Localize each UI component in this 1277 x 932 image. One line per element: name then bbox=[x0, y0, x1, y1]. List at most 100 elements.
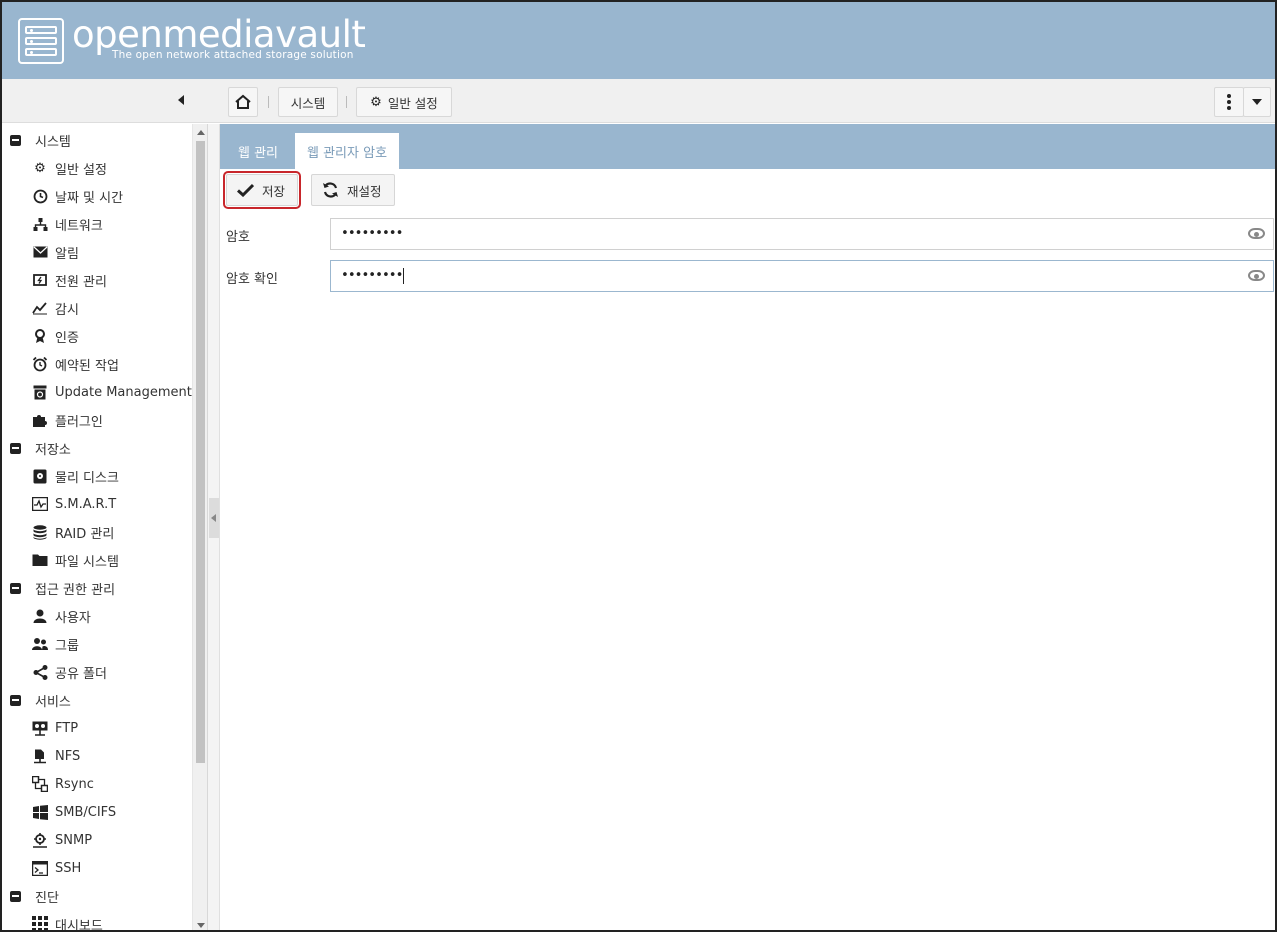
confirm-password-row: 암호 확인 ••••••••• bbox=[220, 260, 1275, 292]
nav-item-notification[interactable]: 알림 bbox=[32, 238, 79, 266]
collapse-icon bbox=[10, 694, 21, 706]
app-window: openmediavault The open network attached… bbox=[0, 0, 1277, 932]
collapse-icon bbox=[10, 582, 21, 594]
more-button[interactable] bbox=[1214, 87, 1244, 117]
nav-item-label: FTP bbox=[55, 720, 79, 736]
nav-item-groups[interactable]: 그룹 bbox=[32, 630, 79, 658]
nav-item-smb[interactable]: SMB/CIFS bbox=[32, 798, 116, 826]
nav-item-certificates[interactable]: 인증 bbox=[32, 322, 79, 350]
nav-group-storage[interactable]: 저장소 bbox=[10, 434, 71, 462]
splitter-handle[interactable] bbox=[209, 498, 219, 538]
nav-item-rsync[interactable]: Rsync bbox=[32, 770, 94, 798]
nav-item-smart[interactable]: S.M.A.R.T bbox=[32, 490, 116, 518]
nav-group-access-rights[interactable]: 접근 권한 관리 bbox=[10, 574, 115, 602]
nav-item-ssh[interactable]: SSH bbox=[32, 854, 81, 882]
clock-icon bbox=[32, 188, 48, 204]
nav-item-snmp[interactable]: SNMP bbox=[32, 826, 92, 854]
grid-icon bbox=[32, 916, 48, 930]
rsync-icon bbox=[32, 776, 48, 792]
app-header: openmediavault The open network attached… bbox=[2, 2, 1275, 79]
dropdown-button[interactable] bbox=[1243, 87, 1271, 117]
collapse-icon bbox=[10, 442, 21, 454]
nav-group-services[interactable]: 서비스 bbox=[10, 686, 71, 714]
database-icon bbox=[32, 524, 48, 540]
snmp-icon bbox=[32, 832, 48, 848]
scrollbar-thumb[interactable] bbox=[196, 141, 205, 763]
windows-icon bbox=[32, 804, 48, 820]
vertical-dots-icon bbox=[1227, 94, 1231, 110]
scroll-up-icon[interactable] bbox=[197, 130, 205, 135]
scroll-down-icon[interactable] bbox=[197, 923, 205, 928]
nav-item-date-time[interactable]: 날짜 및 시간 bbox=[32, 182, 123, 210]
nav-item-label: 물리 디스크 bbox=[55, 470, 119, 486]
network-icon bbox=[32, 216, 48, 232]
reset-button[interactable]: 재설정 bbox=[311, 174, 395, 206]
nav-item-monitoring[interactable]: 감시 bbox=[32, 294, 79, 322]
save-button[interactable]: 저장 bbox=[222, 171, 302, 209]
nav-item-ftp[interactable]: FTP bbox=[32, 714, 78, 742]
nav-item-filesystems[interactable]: 파일 시스템 bbox=[32, 546, 119, 574]
pulse-icon bbox=[32, 496, 48, 512]
nav-item-plugins[interactable]: 플러그인 bbox=[32, 406, 103, 434]
nav-item-disks[interactable]: 물리 디스크 bbox=[32, 462, 119, 490]
eye-icon[interactable] bbox=[1248, 270, 1265, 281]
nav-item-users[interactable]: 사용자 bbox=[32, 602, 91, 630]
hdd-icon bbox=[32, 468, 48, 484]
tab-web-admin-password[interactable]: 웹 관리자 암호 bbox=[295, 133, 400, 169]
envelope-icon bbox=[32, 244, 48, 260]
terminal-icon bbox=[32, 860, 48, 876]
nav-item-shared-folders[interactable]: 공유 폴더 bbox=[32, 658, 107, 686]
nav-group-label: 저장소 bbox=[35, 442, 71, 458]
nav-item-general-settings[interactable]: ⚙ 일반 설정 bbox=[32, 154, 107, 182]
nav-item-label: SNMP bbox=[55, 832, 93, 848]
nav-item-label: NFS bbox=[55, 748, 81, 764]
confirm-password-field[interactable]: ••••••••• bbox=[330, 260, 1274, 292]
nav-item-raid[interactable]: RAID 관리 bbox=[32, 518, 114, 546]
password-label: 암호 bbox=[226, 230, 250, 245]
nav-item-network[interactable]: 네트워크 bbox=[32, 210, 103, 238]
nav-item-power[interactable]: 전원 관리 bbox=[32, 266, 107, 294]
breadcrumb-general-label: 일반 설정 bbox=[387, 95, 438, 111]
gears-icon: ⚙ bbox=[34, 160, 46, 176]
sidebar-scrollbar[interactable] bbox=[192, 124, 207, 930]
nav-item-label: SSH bbox=[55, 860, 82, 876]
breadcrumb-home-button[interactable] bbox=[228, 87, 258, 117]
nav-item-label: 일반 설정 bbox=[55, 162, 107, 178]
alarm-clock-icon bbox=[32, 356, 48, 372]
nav-item-label: 전원 관리 bbox=[55, 274, 107, 290]
breadcrumb-system[interactable]: 시스템 bbox=[278, 87, 338, 117]
update-icon bbox=[32, 384, 48, 400]
sidebar-nav: 시스템 ⚙ 일반 설정 날짜 및 시간 네트워크 알림 전원 관리 감시 인증 … bbox=[2, 124, 208, 930]
nav-item-update-management[interactable]: Update Management bbox=[32, 378, 192, 406]
nav-group-label: 서비스 bbox=[35, 694, 71, 710]
nav-item-nfs[interactable]: NFS bbox=[32, 742, 80, 770]
nav-item-label: 날짜 및 시간 bbox=[55, 190, 124, 206]
password-field[interactable]: ••••••••• bbox=[330, 218, 1274, 250]
nav-item-label: 공유 폴더 bbox=[55, 666, 107, 682]
breadcrumb-general[interactable]: ⚙ 일반 설정 bbox=[356, 87, 452, 117]
nav-group-label: 진단 bbox=[35, 890, 59, 906]
collapse-icon bbox=[10, 890, 21, 902]
nav-item-label: S.M.A.R.T bbox=[55, 496, 117, 512]
check-icon bbox=[237, 183, 254, 197]
nav-item-scheduled-jobs[interactable]: 예약된 작업 bbox=[32, 350, 119, 378]
collapse-nav-icon[interactable] bbox=[178, 95, 184, 105]
nav-item-label: 플러그인 bbox=[55, 414, 103, 430]
caret-down-icon bbox=[1252, 99, 1262, 105]
nav-item-label: 파일 시스템 bbox=[55, 554, 119, 570]
user-icon bbox=[32, 608, 48, 624]
toolbar: 시스템 ⚙ 일반 설정 bbox=[2, 79, 1275, 123]
share-icon bbox=[32, 664, 48, 680]
panel-splitter[interactable] bbox=[208, 124, 220, 930]
confirm-password-value: ••••••••• bbox=[341, 268, 403, 283]
nav-item-label: 사용자 bbox=[55, 610, 91, 626]
nav-item-label: RAID 관리 bbox=[55, 526, 115, 542]
action-toolbar: 저장 재설정 bbox=[220, 169, 1275, 213]
nav-group-system[interactable]: 시스템 bbox=[10, 126, 71, 154]
tab-web-admin[interactable]: 웹 관리 bbox=[226, 133, 290, 169]
gears-icon: ⚙ bbox=[370, 94, 382, 110]
nav-item-dashboard[interactable]: 대시보드 bbox=[32, 910, 103, 930]
eye-icon[interactable] bbox=[1248, 228, 1265, 239]
home-icon bbox=[235, 94, 251, 109]
nav-group-diagnostics[interactable]: 진단 bbox=[10, 882, 59, 910]
